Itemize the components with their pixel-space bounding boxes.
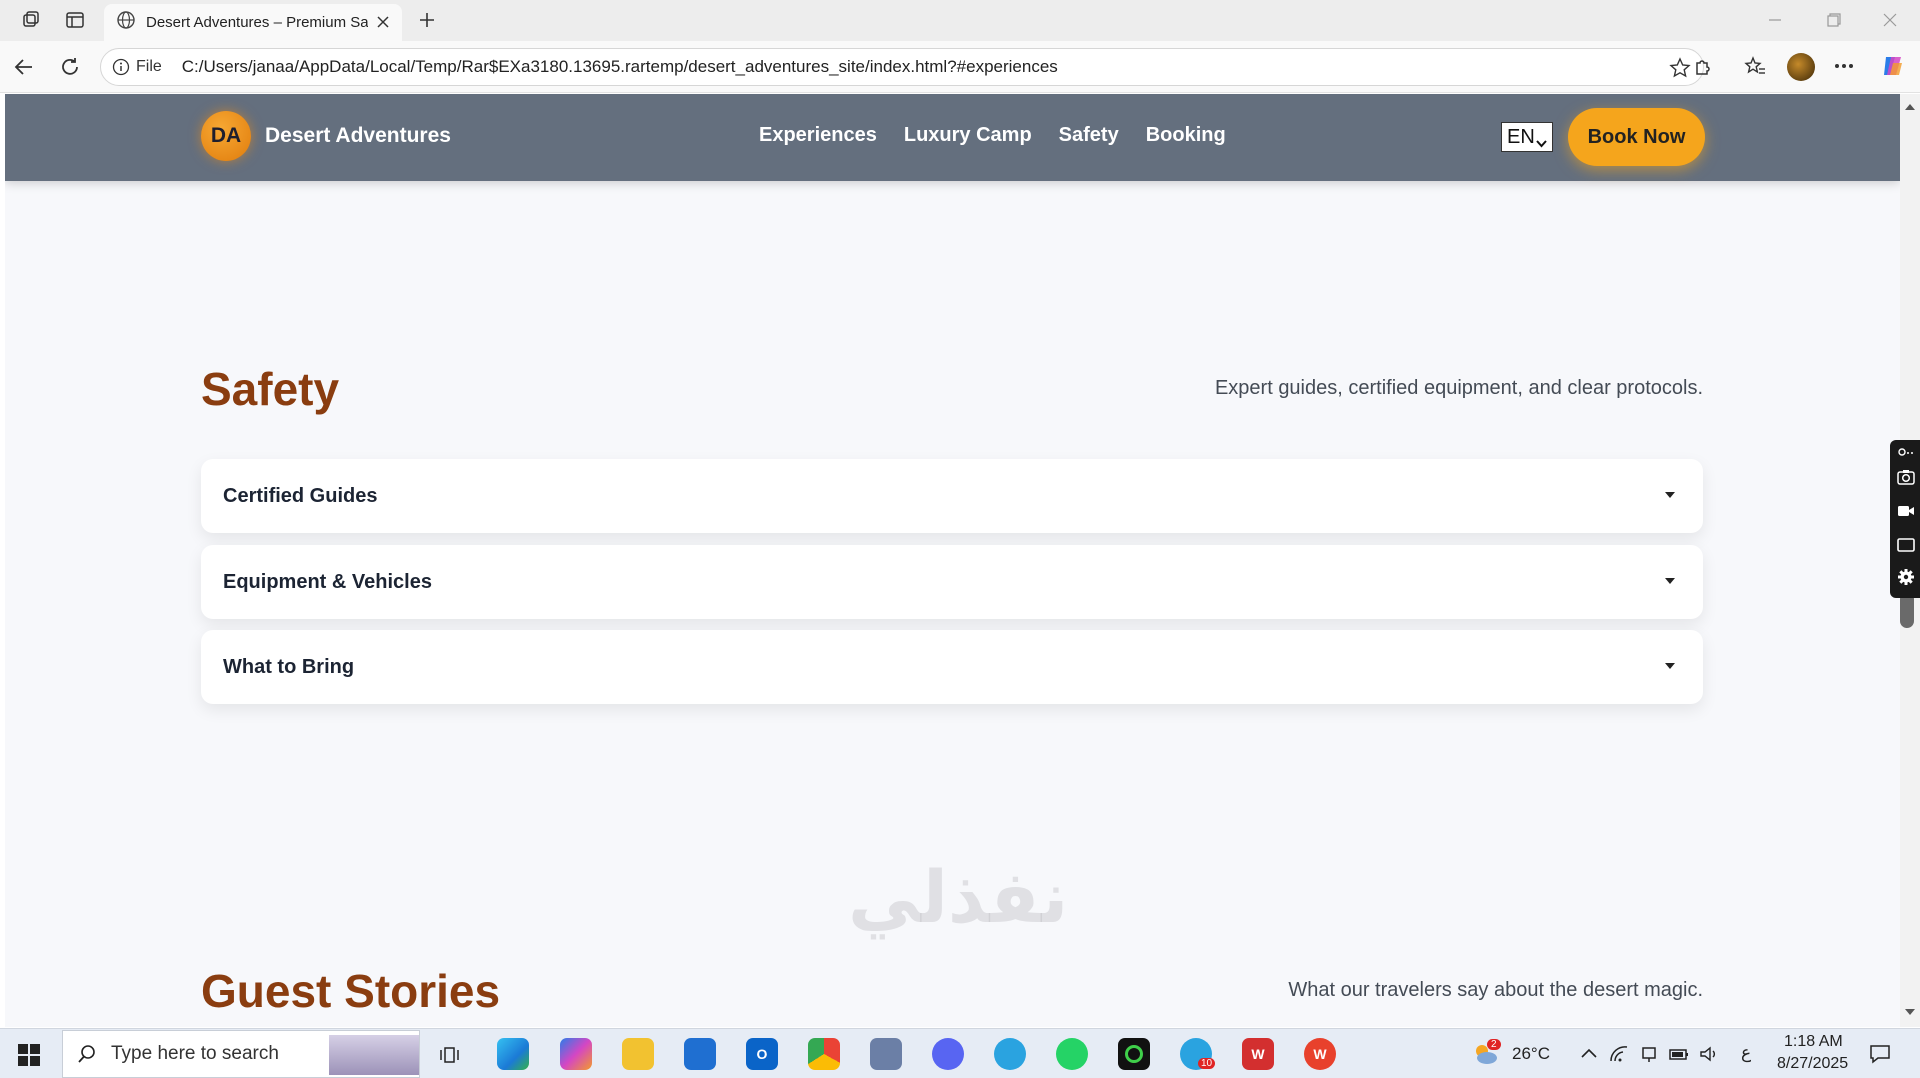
close-window-icon[interactable]	[1880, 10, 1900, 30]
back-icon[interactable]	[10, 53, 38, 81]
window-icon[interactable]	[1897, 536, 1915, 554]
site-logo[interactable]: DA	[201, 111, 251, 161]
accordion-label: What to Bring	[223, 655, 355, 678]
accordion-what-to-bring[interactable]: What to Bring	[201, 630, 1703, 704]
photos-app-icon[interactable]	[870, 1038, 902, 1070]
scroll-down-arrow-icon[interactable]	[1905, 1009, 1915, 1015]
chrome-app-icon[interactable]	[808, 1038, 840, 1070]
gear-icon[interactable]	[1897, 568, 1915, 586]
copilot-icon[interactable]	[1880, 53, 1906, 79]
copilot-app-icon[interactable]	[560, 1038, 592, 1070]
windows-start-icon[interactable]	[18, 1044, 40, 1066]
wps-app-icon[interactable]: W	[1242, 1038, 1274, 1070]
volume-icon[interactable]	[1699, 1045, 1719, 1063]
network-icon[interactable]	[1609, 1045, 1629, 1063]
caret-down-icon	[1665, 492, 1675, 498]
browser-tab-bar: Desert Adventures – Premium Safari	[0, 0, 1920, 41]
active-tab[interactable]: Desert Adventures – Premium Safari	[104, 4, 402, 41]
discord-app-icon[interactable]	[932, 1038, 964, 1070]
profile-avatar[interactable]	[1787, 53, 1815, 81]
accordion-label: Certified Guides	[223, 484, 378, 507]
clock-time[interactable]: 1:18 AM	[1784, 1033, 1843, 1051]
windows-taskbar: Type here to search O 10 W W 2 26°C ع 1:…	[0, 1028, 1920, 1078]
safety-title: Safety	[201, 363, 340, 415]
edge-app-icon[interactable]	[497, 1038, 529, 1070]
accordion-certified-guides[interactable]: Certified Guides	[201, 459, 1703, 533]
restore-icon[interactable]	[1824, 10, 1844, 30]
whatsapp-app-icon[interactable]	[1056, 1038, 1088, 1070]
pin-icon[interactable]	[1897, 444, 1915, 462]
accordion-equipment-vehicles[interactable]: Equipment & Vehicles	[201, 545, 1703, 619]
watermark: نفذلي	[848, 855, 1069, 939]
favorite-star-icon[interactable]	[1669, 57, 1691, 79]
tab-title: Desert Adventures – Premium Safari	[146, 14, 368, 31]
video-icon[interactable]	[1897, 502, 1915, 520]
info-icon[interactable]	[112, 58, 130, 76]
language-value: EN	[1507, 125, 1535, 148]
clock-date[interactable]: 8/27/2025	[1777, 1055, 1848, 1073]
weather-badge: 2	[1487, 1039, 1501, 1050]
site-navbar: DA Desert Adventures Experiences Luxury …	[5, 94, 1900, 181]
search-icon	[78, 1045, 95, 1063]
device-icon[interactable]	[1639, 1045, 1659, 1063]
nav-luxury-camp[interactable]: Luxury Camp	[904, 124, 1032, 147]
close-tab-icon[interactable]	[374, 13, 392, 31]
globe-icon	[116, 10, 136, 35]
taskbar-search[interactable]: Type here to search	[62, 1030, 420, 1078]
favorites-icon[interactable]	[1742, 53, 1768, 79]
wps-office-icon[interactable]: W	[1304, 1038, 1336, 1070]
file-explorer-icon[interactable]	[622, 1038, 654, 1070]
minimize-icon[interactable]	[1765, 10, 1785, 30]
weather-temp[interactable]: 26°C	[1512, 1044, 1550, 1064]
task-view-icon[interactable]	[438, 1044, 460, 1066]
search-highlight-image	[329, 1035, 419, 1075]
screen-recorder-icon[interactable]	[1118, 1038, 1150, 1070]
camera-icon[interactable]	[1897, 468, 1915, 486]
outlook-app-icon[interactable]: O	[746, 1038, 778, 1070]
vertical-tabs-icon[interactable]	[62, 8, 88, 32]
url-text[interactable]: C:/Users/janaa/AppData/Local/Temp/Rar$EX…	[182, 57, 1058, 77]
nav-safety[interactable]: Safety	[1059, 124, 1119, 147]
extensions-icon[interactable]	[1691, 53, 1717, 79]
workspaces-icon[interactable]	[18, 8, 44, 32]
brand-name[interactable]: Desert Adventures	[265, 124, 451, 148]
caret-down-icon	[1665, 663, 1675, 669]
notifications-icon[interactable]	[1869, 1044, 1891, 1064]
more-icon[interactable]	[1831, 53, 1857, 79]
store-app-icon[interactable]	[684, 1038, 716, 1070]
telegram-desktop-icon[interactable]	[994, 1038, 1026, 1070]
caret-down-icon	[1665, 578, 1675, 584]
nav-booking[interactable]: Booking	[1146, 124, 1226, 147]
browser-toolbar: File C:/Users/janaa/AppData/Local/Temp/R…	[0, 41, 1920, 93]
accordion-label: Equipment & Vehicles	[223, 570, 432, 593]
address-bar[interactable]: File C:/Users/janaa/AppData/Local/Temp/R…	[100, 48, 1704, 86]
file-label: File	[136, 58, 162, 75]
new-tab-icon[interactable]	[414, 8, 440, 32]
safety-subtitle: Expert guides, certified equipment, and …	[1214, 377, 1703, 399]
battery-icon[interactable]	[1669, 1045, 1689, 1063]
refresh-icon[interactable]	[56, 53, 84, 81]
guest-stories-subtitle: What our travelers say about the desert …	[1288, 979, 1703, 1001]
floating-capture-toolbar	[1890, 440, 1920, 598]
nav-experiences[interactable]: Experiences	[759, 124, 877, 147]
chevron-down-icon	[1536, 132, 1547, 148]
input-language[interactable]: ع	[1741, 1043, 1751, 1063]
search-placeholder: Type here to search	[111, 1043, 279, 1064]
main-menu: Experiences Luxury Camp Safety Booking	[759, 124, 1226, 147]
guest-stories-title: Guest Stories	[201, 965, 501, 1017]
language-select[interactable]: EN	[1501, 122, 1553, 152]
telegram-badge: 10	[1198, 1058, 1216, 1069]
chevron-up-icon[interactable]	[1579, 1045, 1599, 1063]
book-now-button[interactable]: Book Now	[1568, 108, 1705, 166]
scroll-up-arrow-icon[interactable]	[1905, 104, 1915, 110]
